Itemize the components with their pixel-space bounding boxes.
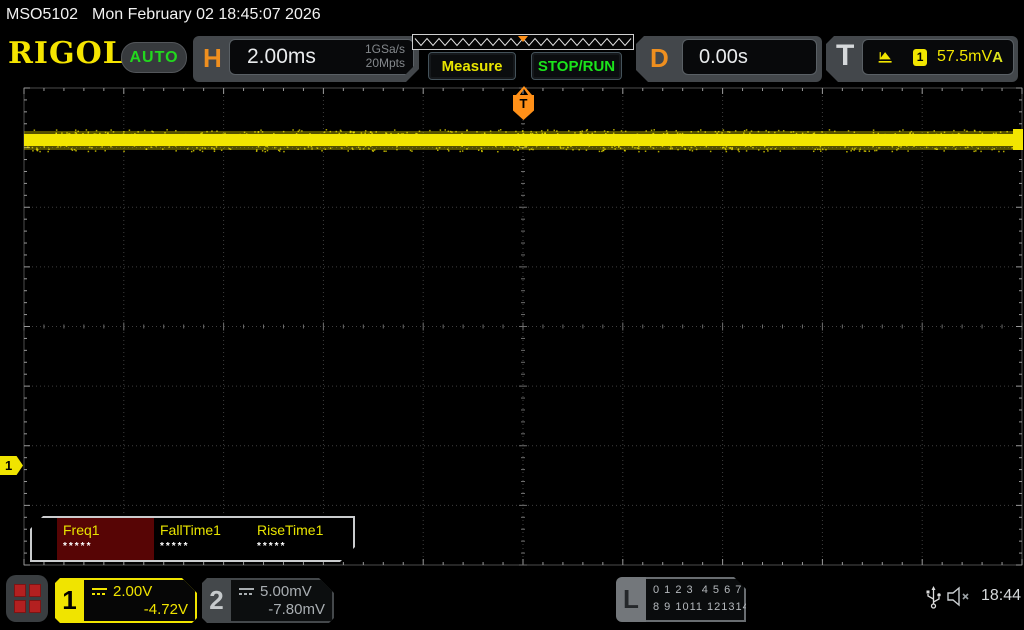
trigger-slope-icon [877,48,893,66]
measurement-results-box: Freq1 ***** FallTime1 ***** RiseTime1 **… [30,516,355,562]
measurement-item-risetime1[interactable]: RiseTime1 ***** [251,518,348,560]
header-bar: RIGOL AUTO H 2.00ms 1GSa/s 20Mpts Measur… [0,30,1024,82]
measurement-label: RiseTime1 [257,522,342,538]
channel2-number: 2 [202,578,231,623]
waveform-display-area: T 1 Freq1 ***** FallTime1 ***** RiseTime… [0,82,1024,570]
logic-analyzer-block[interactable]: L 0 1 2 3 4 5 6 78 9 1011 12131415 [616,577,746,622]
grid-cell [29,600,41,613]
stop-run-button[interactable]: STOP/RUN [531,52,622,80]
grid-cell [29,584,41,597]
channel2-status-block[interactable]: 2 5.00mV -7.80mV [202,578,334,623]
dc-coupling-icon [91,586,108,597]
sound-muted-icon[interactable] [946,586,974,607]
measurement-value: ***** [257,541,342,552]
channel2-offset: -7.80mV [238,601,325,618]
horizontal-label: H [203,43,222,74]
datetime-label: Mon February 02 18:45:07 2026 [92,6,321,24]
trigger-status-badge: AUTO [121,42,187,73]
memory-depth: 20Mpts [366,56,405,70]
rigol-logo: RIGOL [8,36,125,71]
channel-status-bar: 1 2.00V -4.72V 2 5.00mV -7.80mV [0,570,1024,630]
logic-row1: 0 1 2 3 4 5 6 7 [653,584,742,596]
model-label: MSO5102 [6,6,78,24]
graticule [0,82,1024,570]
delay-panel[interactable]: D 0.00s [636,36,822,82]
measurement-label: FallTime1 [160,522,245,538]
channel1-scale: 2.00V [113,583,152,600]
channel1-readout: 2.00V -4.72V [84,580,195,621]
usb-icon [925,584,942,610]
delay-value: 0.00s [683,46,748,69]
measure-button[interactable]: Measure [428,52,516,80]
channel1-trace [24,129,1023,152]
window-grid-icon [14,584,41,613]
logic-row2: 8 9 1011 12131415 [653,601,764,613]
logic-label: L [616,577,646,622]
horizontal-readout: 2.00ms 1GSa/s 20Mpts [229,39,414,75]
dc-coupling-icon [238,586,255,597]
horizontal-panel[interactable]: H 2.00ms 1GSa/s 20Mpts [193,36,419,82]
logic-channels-readout: 0 1 2 3 4 5 6 78 9 1011 12131415 [646,577,746,622]
measurement-item-freq1[interactable]: Freq1 ***** [57,518,154,560]
acquisition-info: 1GSa/s 20Mpts [365,43,413,71]
channel2-scale: 5.00mV [260,583,312,600]
trigger-position-icon [518,36,528,42]
delay-readout: 0.00s [682,39,817,75]
channel1-status-block[interactable]: 1 2.00V -4.72V [55,578,197,623]
trigger-source-chip: 1 [913,49,927,66]
measurement-item-falltime1[interactable]: FallTime1 ***** [154,518,251,560]
trigger-panel[interactable]: T 1 57.5mV A [826,36,1018,82]
channel1-number: 1 [55,578,84,623]
window-layout-button[interactable] [6,575,48,622]
measurement-label: Freq1 [63,522,148,538]
trigger-readout: 1 57.5mV A [862,39,1014,75]
grid-cell [14,600,26,613]
measurement-value: ***** [63,541,148,552]
trigger-label: T [836,39,854,73]
sample-rate: 1GSa/s [365,42,405,56]
measurement-value: ***** [160,541,245,552]
delay-label: D [650,43,669,74]
waveform-overview-strip[interactable] [412,34,634,50]
channel2-readout: 5.00mV -7.80mV [231,580,332,621]
channel1-offset: -4.72V [91,601,188,618]
clock-display: 18:44 [981,587,1021,605]
grid-cell [14,584,26,597]
timebase-value: 2.00ms [230,45,316,69]
trigger-sweep-mode: A [992,49,1003,66]
trigger-level-value: 57.5mV [937,48,992,66]
status-bar: MSO5102 Mon February 02 18:45:07 2026 [0,0,1024,30]
